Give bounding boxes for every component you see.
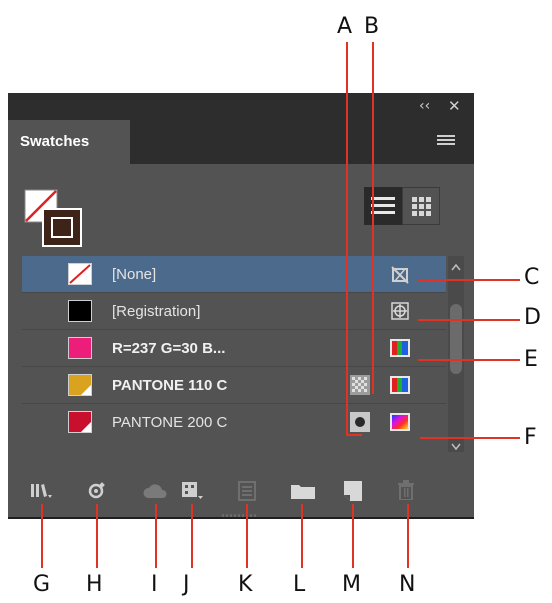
leader-h — [96, 504, 98, 568]
tab-swatches[interactable]: Swatches — [8, 120, 130, 164]
leader-n — [407, 504, 409, 568]
swatch-name: R=237 G=30 B... — [112, 340, 226, 357]
leader-k — [246, 504, 248, 568]
swatch-chip-pantone-110 — [68, 374, 92, 396]
lab-mode-icon — [390, 413, 410, 431]
new-swatch-icon[interactable] — [344, 481, 362, 501]
callout-f: F — [524, 425, 537, 450]
panel-toolbar — [8, 474, 474, 518]
callout-g: G — [33, 572, 51, 597]
swatch-chip-pantone-200 — [68, 411, 92, 433]
swatch-name: [Registration] — [112, 303, 201, 320]
scroll-up-icon[interactable] — [451, 258, 461, 276]
leader-g — [41, 504, 43, 568]
list-item[interactable]: PANTONE 200 C — [22, 404, 446, 441]
leader-d — [418, 319, 520, 321]
swatch-name: PANTONE 200 C — [112, 414, 228, 431]
swatch-list: [None] [Registration] R=237 G=30 B... PA… — [8, 256, 474, 456]
leader-b — [372, 42, 374, 394]
list-view-button[interactable] — [364, 187, 402, 225]
collapse-panel-icon[interactable]: ‹‹ — [419, 98, 430, 114]
swatch-chip-rgb — [68, 337, 92, 359]
rgb-mode-icon — [390, 376, 410, 394]
swatch-chip-registration — [68, 300, 92, 322]
leader-c — [418, 279, 520, 281]
color-picker-icon[interactable] — [88, 481, 106, 499]
swatches-panel: ‹‹ ✕ Swatches [None] [Registration] R=23… — [8, 93, 474, 519]
tab-strip — [130, 120, 474, 164]
new-folder-icon[interactable] — [291, 483, 315, 499]
leader-e — [418, 359, 520, 361]
list-scrollbar[interactable] — [448, 256, 464, 452]
callout-n: N — [399, 572, 416, 597]
panel-body: [None] [Registration] R=237 G=30 B... PA… — [8, 164, 474, 519]
rgb-mode-icon — [390, 339, 410, 357]
leader-f — [420, 437, 520, 439]
list-item[interactable]: [Registration] — [22, 293, 446, 330]
panel-menu-icon[interactable] — [437, 133, 455, 147]
swatch-name: PANTONE 110 C — [112, 377, 228, 394]
callout-j: J — [183, 572, 190, 597]
callout-l: L — [293, 572, 306, 597]
leader-j — [191, 504, 193, 568]
grid-view-button[interactable] — [402, 187, 440, 225]
leader-a-tip — [346, 434, 362, 436]
callout-h: H — [86, 572, 103, 597]
leader-l — [301, 504, 303, 568]
callout-e: E — [524, 347, 538, 372]
panel-title-bar[interactable]: ‹‹ ✕ — [8, 93, 474, 120]
callout-k: K — [238, 572, 253, 597]
process-color-icon — [350, 375, 370, 395]
swatch-views-icon[interactable] — [181, 481, 203, 501]
spot-color-icon — [350, 412, 370, 432]
leader-i — [155, 504, 157, 568]
callout-b: B — [364, 14, 380, 39]
callout-a: A — [337, 14, 353, 39]
leader-m — [352, 504, 354, 568]
swatch-options-icon[interactable] — [238, 481, 256, 501]
callout-d: D — [524, 305, 541, 330]
fill-stroke-proxy[interactable] — [24, 189, 84, 249]
library-icon[interactable] — [30, 482, 52, 500]
scroll-down-icon[interactable] — [451, 438, 461, 456]
delete-icon[interactable] — [398, 480, 414, 501]
cloud-upload-icon[interactable] — [142, 482, 168, 500]
resize-grip[interactable] — [222, 505, 258, 518]
panel-bottom-edge — [8, 517, 474, 519]
registration-icon — [390, 301, 410, 321]
swatch-chip-none — [68, 263, 92, 285]
swatch-name: [None] — [112, 266, 157, 283]
callout-m: M — [342, 572, 361, 597]
leader-a — [346, 42, 348, 436]
close-panel-icon[interactable]: ✕ — [448, 97, 461, 115]
callout-i: I — [151, 572, 158, 597]
list-item[interactable]: [None] — [22, 256, 446, 293]
list-item[interactable]: R=237 G=30 B... — [22, 330, 446, 367]
callout-c: C — [524, 265, 540, 290]
scroll-thumb[interactable] — [450, 304, 462, 374]
list-item[interactable]: PANTONE 110 C — [22, 367, 446, 404]
not-editable-icon — [390, 265, 410, 285]
